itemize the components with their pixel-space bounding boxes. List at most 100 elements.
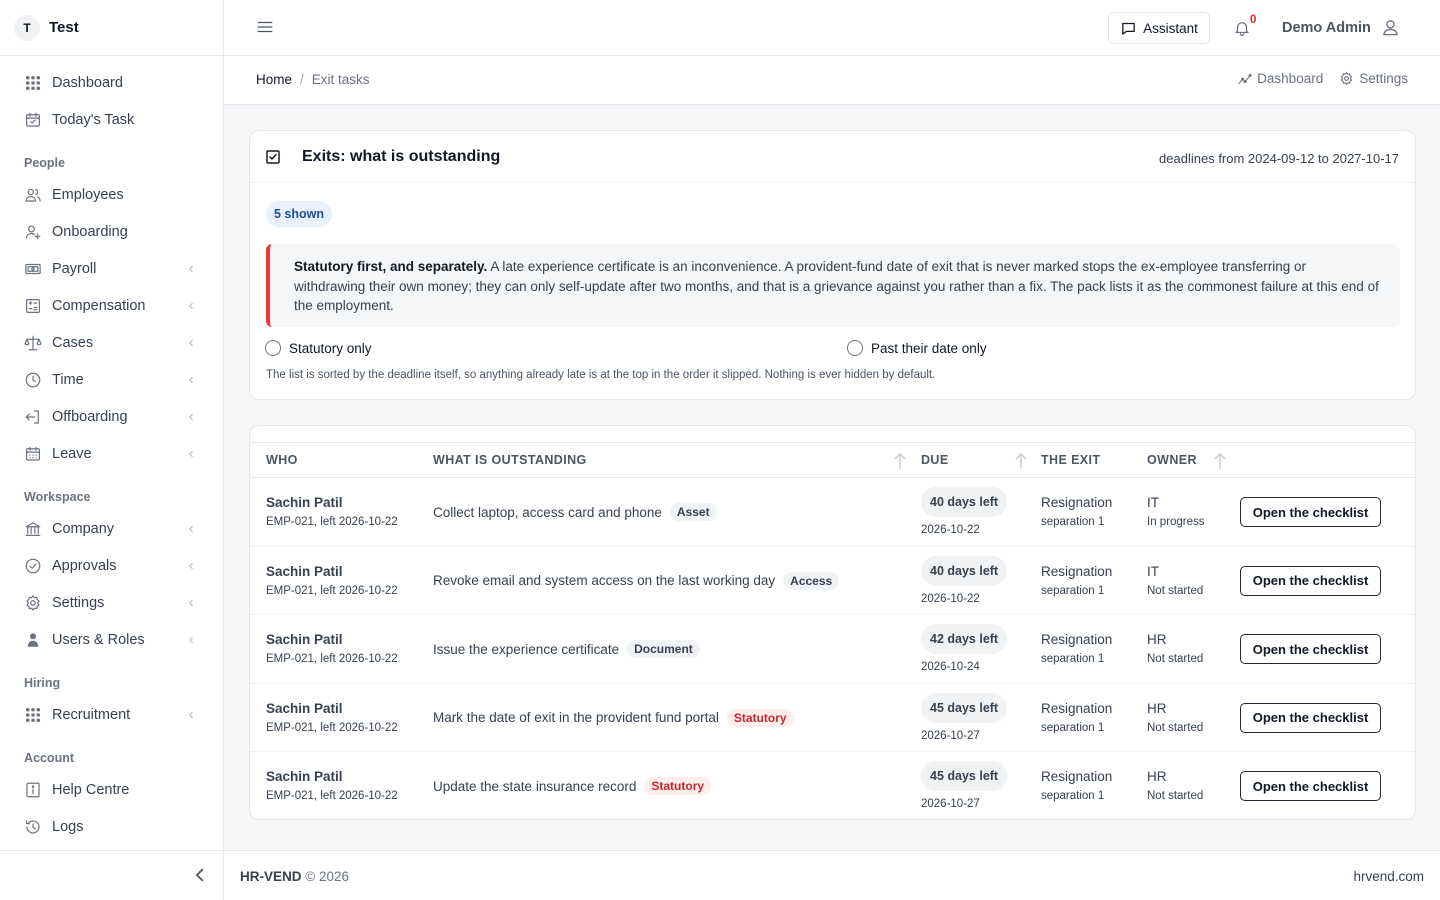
- sidebar-item-offboarding[interactable]: Offboarding: [0, 398, 223, 435]
- grid-dots-icon: [25, 707, 41, 722]
- chevron-left-icon[interactable]: [187, 339, 195, 347]
- user-plus-icon: [25, 225, 41, 239]
- bell-icon[interactable]: [1233, 19, 1251, 37]
- sidebar-item-payroll[interactable]: Payroll: [0, 250, 223, 287]
- exit-separation: separation 1: [1041, 653, 1105, 665]
- gear-icon: [26, 594, 40, 611]
- sidebar-item-dashboard[interactable]: Dashboard: [0, 64, 223, 101]
- user-name[interactable]: Demo Admin: [1282, 20, 1371, 36]
- radio-circle[interactable]: [847, 340, 863, 356]
- employee-meta: EMP-021, left 2026-10-22: [266, 584, 398, 597]
- sort-arrow-up-icon[interactable]: [1213, 452, 1227, 470]
- col-owner: OWNER: [1147, 453, 1197, 467]
- notification-count: 0: [1250, 14, 1257, 26]
- task-category-tag: Asset: [669, 503, 717, 521]
- clock-icon: [25, 372, 41, 387]
- card-header: Exits: what is outstanding deadlines fro…: [250, 131, 1415, 183]
- sidebar-item-label: Payroll: [52, 260, 97, 277]
- sort-arrow-up-icon[interactable]: [893, 452, 907, 470]
- sidebar-item-leave[interactable]: Leave: [0, 435, 223, 472]
- footer-site-link[interactable]: hrvend.com: [1353, 869, 1424, 884]
- settings-link[interactable]: Settings: [1339, 71, 1408, 86]
- filter-statutory-only[interactable]: Statutory only: [265, 340, 372, 356]
- money-icon: [25, 263, 41, 274]
- due-date: 2026-10-27: [921, 798, 980, 810]
- open-checklist-button[interactable]: Open the checklist: [1240, 565, 1381, 596]
- sidebar-item-company[interactable]: Company: [0, 510, 223, 547]
- breadcrumb-home[interactable]: Home: [256, 72, 292, 87]
- employee-name[interactable]: Sachin Patil: [266, 701, 343, 716]
- sidebar-item-label: Dashboard: [52, 74, 123, 91]
- sidebar-item-approvals[interactable]: Approvals: [0, 547, 223, 584]
- exit-type: Resignation: [1041, 769, 1113, 784]
- task-cell: Update the state insurance record Statuto…: [433, 777, 712, 795]
- chevron-left-icon[interactable]: [187, 450, 195, 458]
- table-row: Sachin Patil EMP-021, left 2026-10-22 Upda…: [250, 752, 1415, 819]
- exits-summary-card: Exits: what is outstanding deadlines fro…: [249, 130, 1416, 400]
- task-status: Not started: [1147, 790, 1204, 802]
- chevron-left-icon[interactable]: [187, 562, 195, 570]
- task-cell: Revoke email and system access on the la…: [433, 571, 840, 590]
- sidebar-item-help-centre[interactable]: Help Centre: [0, 771, 223, 808]
- employee-name[interactable]: Sachin Patil: [266, 769, 343, 784]
- chevron-left-icon[interactable]: [187, 376, 195, 384]
- sort-arrow-up-icon[interactable]: [1014, 452, 1028, 470]
- chevron-left-icon[interactable]: [187, 302, 195, 310]
- sidebar-item-employees[interactable]: Employees: [0, 176, 223, 213]
- sidebar-item-settings[interactable]: Settings: [0, 584, 223, 621]
- employee-name[interactable]: Sachin Patil: [266, 564, 343, 579]
- chevron-left-icon[interactable]: [187, 599, 195, 607]
- settings-link-label: Settings: [1359, 71, 1408, 86]
- employee-meta: EMP-021, left 2026-10-22: [266, 653, 398, 665]
- chevron-left-icon[interactable]: [187, 413, 195, 421]
- gear-icon: [1340, 71, 1353, 86]
- menu-icon[interactable]: [256, 18, 274, 36]
- assistant-button[interactable]: Assistant: [1108, 12, 1210, 44]
- radio-circle[interactable]: [265, 340, 281, 356]
- due-date: 2026-10-27: [921, 729, 980, 742]
- topbar: Assistant 0 Demo Admin: [224, 0, 1440, 56]
- sidebar-item-label: Leave: [52, 445, 92, 462]
- assistant-label: Assistant: [1143, 20, 1198, 36]
- sidebar-item-label: Settings: [52, 594, 105, 611]
- task-text: Mark the date of exit in the provident f…: [433, 710, 719, 725]
- due-badge: 40 days left: [921, 555, 1008, 586]
- open-checklist-button[interactable]: Open the checklist: [1240, 497, 1381, 527]
- chevron-left-icon[interactable]: [187, 525, 195, 533]
- sidebar-item-onboarding[interactable]: Onboarding: [0, 213, 223, 250]
- sidebar-item-compensation[interactable]: Compensation: [0, 287, 223, 324]
- sidebar-item-time[interactable]: Time: [0, 361, 223, 398]
- chevron-left-icon[interactable]: [187, 636, 195, 644]
- sidebar-item-today-s-task[interactable]: Today's Task: [0, 101, 223, 138]
- sidebar-item-label: Offboarding: [52, 408, 128, 425]
- task-text: Collect laptop, access card and phone: [433, 504, 662, 520]
- chevron-left-icon[interactable]: [187, 711, 195, 719]
- employee-name[interactable]: Sachin Patil: [266, 632, 343, 647]
- sidebar-item-logs[interactable]: Logs: [0, 808, 223, 845]
- open-checklist-button[interactable]: Open the checklist: [1240, 771, 1381, 801]
- sidebar-item-cases[interactable]: Cases: [0, 324, 223, 361]
- brand[interactable]: T Test: [0, 0, 223, 56]
- sidebar-item-recruitment[interactable]: Recruitment: [0, 696, 223, 733]
- exit-separation: separation 1: [1041, 721, 1105, 734]
- sidebar-section-heading: Workspace: [24, 490, 91, 504]
- collapse-sidebar-icon[interactable]: [191, 866, 209, 884]
- dashboard-link[interactable]: Dashboard: [1237, 71, 1323, 86]
- filter-statutory-label: Statutory only: [289, 340, 372, 356]
- open-checklist-button[interactable]: Open the checklist: [1240, 634, 1381, 664]
- sidebar-item-label: Help Centre: [52, 781, 130, 798]
- due-badge: 40 days left: [921, 487, 1008, 517]
- history-icon: [26, 819, 40, 834]
- open-checklist-button[interactable]: Open the checklist: [1240, 702, 1381, 733]
- sidebar-item-users-roles[interactable]: Users & Roles: [0, 621, 223, 658]
- employee-meta: EMP-021, left 2026-10-22: [266, 790, 398, 802]
- chart-line-icon: [1238, 73, 1252, 85]
- sidebar-item-label: Time: [52, 371, 84, 388]
- user-lock-icon: [27, 632, 39, 647]
- user-icon[interactable]: [1381, 18, 1400, 37]
- dashboard-link-label: Dashboard: [1257, 71, 1324, 86]
- filter-past-date-only[interactable]: Past their date only: [847, 340, 987, 356]
- chevron-left-icon[interactable]: [187, 265, 195, 273]
- employee-name[interactable]: Sachin Patil: [266, 495, 343, 510]
- copyright: HR-VEND © 2026: [240, 869, 349, 884]
